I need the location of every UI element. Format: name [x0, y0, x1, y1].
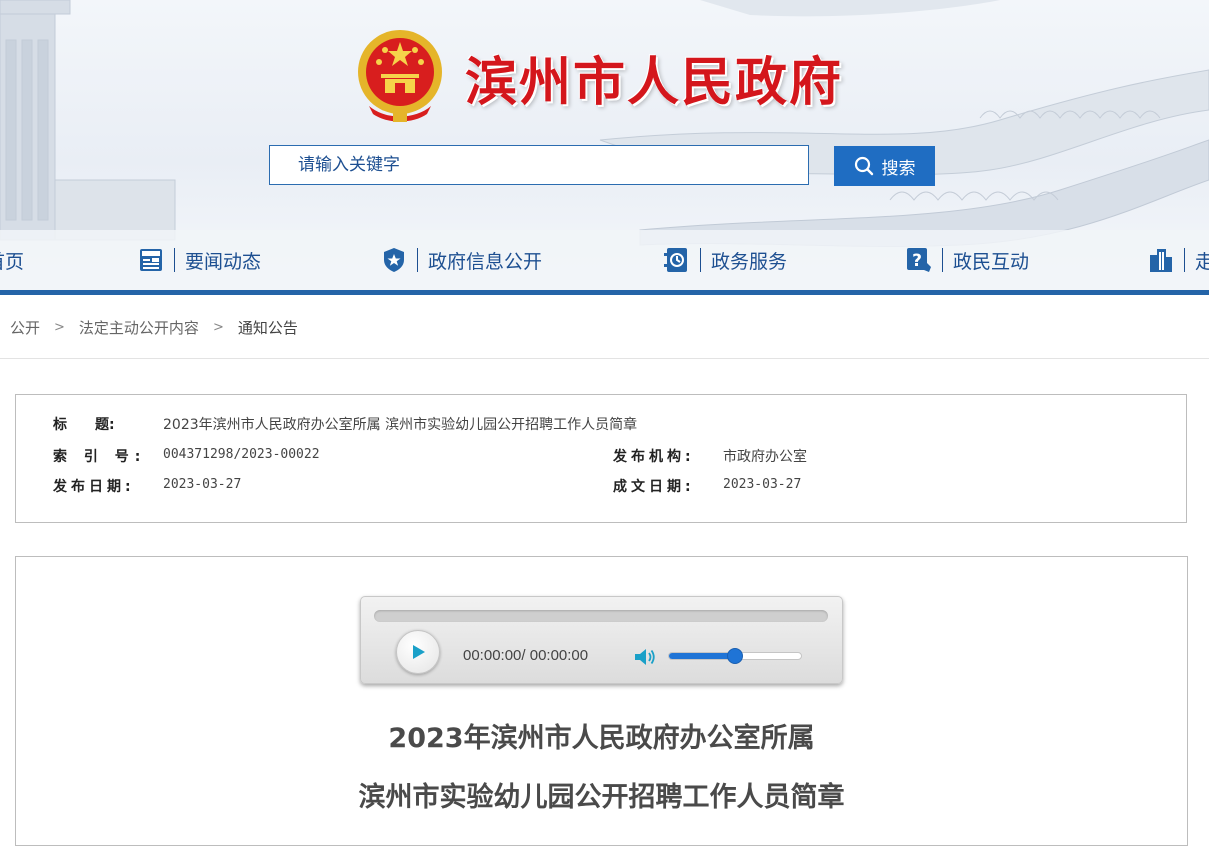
info-value-title: 2023年滨州市人民政府办公室所属 滨州市实验幼儿园公开招聘工作人员简章 [163, 417, 638, 433]
audio-progress-bar[interactable] [374, 610, 828, 622]
play-button[interactable] [396, 630, 440, 674]
audio-time: 00:00:00/ 00:00:00 [463, 647, 589, 664]
site-header: 滨州市人民政府 搜索 首页 要闻动态 [0, 0, 1209, 295]
search-box [269, 145, 809, 185]
site-title: 滨州市人民政府 [465, 53, 844, 113]
info-label-title: 标 题: [53, 417, 115, 433]
info-value-issuer: 市政府办公室 [723, 449, 807, 465]
nav-item-label: 走 [1195, 250, 1209, 273]
nav-divider [700, 248, 701, 272]
nav-divider [942, 248, 943, 272]
question-icon: ? [907, 248, 931, 272]
info-value-index: 004371298/2023-00022 [163, 447, 320, 462]
nav-underline [0, 290, 1209, 295]
info-row-issuer: 发布机构: 市政府办公室 [613, 446, 807, 466]
nav-item-gov-info[interactable]: 政府信息公开 [381, 238, 542, 282]
volume-icon[interactable] [634, 647, 656, 667]
breadcrumb: 公开 > 法定主动公开内容 > 通知公告 [0, 296, 1209, 359]
info-row-pub-date: 发布日期: 2023-03-27 [53, 476, 241, 496]
audio-player: 00:00:00/ 00:00:00 [360, 596, 843, 684]
nav-item-news[interactable]: 要闻动态 [138, 238, 261, 282]
nav-divider [1184, 248, 1185, 272]
nav-item-home[interactable]: 首页 [0, 238, 24, 282]
nav-item-explore[interactable]: 走 [1148, 238, 1209, 282]
info-row-doc-date: 成文日期: 2023-03-27 [613, 476, 801, 496]
search-button-label: 搜索 [881, 158, 916, 179]
main-nav: 首页 要闻动态 政府信息公开 [0, 238, 1209, 282]
national-emblem-icon [355, 28, 445, 126]
info-row-title: 标 题: 2023年滨州市人民政府办公室所属 滨州市实验幼儿园公开招聘工作人员简… [53, 414, 637, 434]
nav-item-label: 要闻动态 [185, 250, 262, 273]
info-row-index: 索 引 号: 004371298/2023-00022 [53, 446, 320, 466]
news-icon [140, 249, 162, 271]
breadcrumb-separator: > [54, 319, 65, 335]
nav-divider [417, 248, 418, 272]
info-value-doc-date: 2023-03-27 [723, 477, 802, 492]
info-value-pub-date: 2023-03-27 [163, 477, 242, 492]
nav-item-label: 政府信息公开 [428, 250, 543, 273]
search-icon [854, 156, 873, 176]
breadcrumb-current: 通知公告 [237, 318, 298, 337]
info-label-pub-date: 发布日期: [53, 479, 135, 495]
breadcrumb-link-statutory[interactable]: 法定主动公开内容 [79, 317, 199, 338]
svg-text:?: ? [912, 251, 922, 271]
breadcrumb-separator: > [212, 319, 224, 335]
service-icon [664, 248, 687, 272]
article-title-line-2: 滨州市实验幼儿园公开招聘工作人员简章 [358, 782, 845, 813]
info-label-issuer: 发布机构: [613, 449, 695, 465]
search-input[interactable] [270, 146, 808, 184]
nav-divider [174, 248, 175, 272]
nav-item-interaction[interactable]: ? 政民互动 [906, 238, 1029, 282]
nav-item-services[interactable]: 政务服务 [664, 238, 787, 282]
nav-item-label: 首页 [0, 250, 25, 273]
article-title-line-1: 2023年滨州市人民政府办公室所属 [388, 723, 815, 754]
info-label-doc-date: 成文日期: [613, 479, 695, 495]
nav-item-label: 政民互动 [953, 250, 1030, 273]
volume-slider[interactable] [668, 648, 802, 664]
volume-slider-fill [669, 653, 735, 659]
play-icon [413, 645, 425, 659]
info-label-index: 索 引 号: [53, 449, 147, 465]
search-button[interactable]: 搜索 [834, 146, 935, 186]
nav-item-label: 政务服务 [711, 250, 788, 273]
shield-star-icon [384, 248, 404, 272]
building-icon [1150, 249, 1172, 272]
breadcrumb-link-public[interactable]: 公开 [10, 317, 40, 338]
volume-slider-knob[interactable] [727, 648, 743, 664]
